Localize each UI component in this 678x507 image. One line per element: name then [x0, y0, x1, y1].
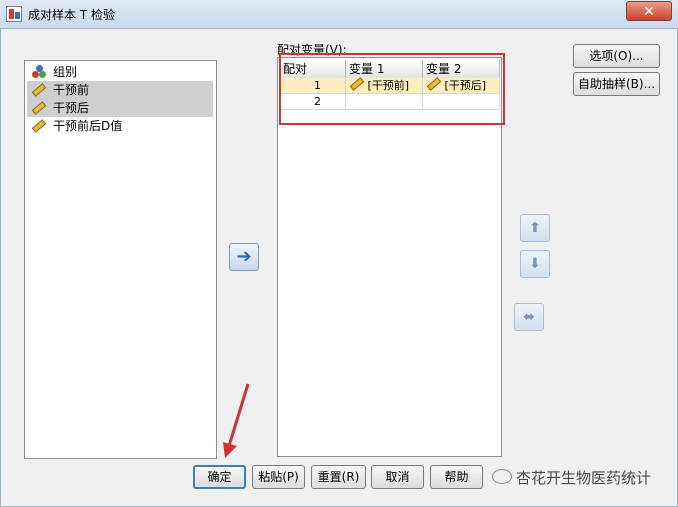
- close-button[interactable]: ✕: [626, 1, 672, 21]
- help-button[interactable]: 帮助: [430, 465, 483, 489]
- variable-item-diff[interactable]: 干预前后D值: [27, 117, 213, 135]
- arrow-up-icon[interactable]: ⬆: [529, 220, 541, 236]
- app-icon: [6, 6, 22, 22]
- close-icon[interactable]: ✕: [643, 4, 655, 20]
- variable-label: 干预后: [53, 101, 90, 115]
- scale-variable-icon: [31, 101, 47, 115]
- annotation-arrow-icon: [223, 383, 250, 458]
- variable-item-group[interactable]: 组别: [27, 63, 213, 81]
- window-title: 成对样本 T 检验: [28, 8, 115, 22]
- watermark-text: 杏花开生物医药统计: [492, 467, 651, 488]
- ok-button[interactable]: 确定: [193, 465, 246, 489]
- variable-label: 组别: [53, 65, 78, 79]
- nominal-variable-icon: [32, 65, 46, 79]
- move-down-button[interactable]: ⬇: [520, 250, 550, 278]
- cancel-button[interactable]: 取消: [371, 465, 424, 489]
- scale-variable-icon: [31, 119, 47, 133]
- variable-label: 干预前: [53, 83, 90, 97]
- title-bar: 成对样本 T 检验 ✕: [0, 0, 678, 29]
- options-button[interactable]: 选项(O)...: [573, 44, 660, 68]
- scale-variable-icon: [31, 83, 47, 97]
- move-up-button[interactable]: ⬆: [520, 214, 550, 242]
- bootstrap-button[interactable]: 自助抽样(B)...: [573, 72, 660, 96]
- variable-label: 干预前后D值: [53, 119, 123, 133]
- watermark-label: 杏花开生物医药统计: [516, 469, 652, 487]
- swap-button[interactable]: ⬌: [514, 303, 544, 331]
- wechat-icon: [492, 469, 512, 484]
- arrow-down-icon[interactable]: ⬇: [529, 256, 541, 272]
- source-variable-list[interactable]: 组别 干预前 干预后 干预前后D值: [24, 60, 217, 459]
- highlight-annotation-box: [279, 53, 505, 125]
- variable-item-pre[interactable]: 干预前: [27, 81, 213, 99]
- reset-button[interactable]: 重置(R): [311, 465, 366, 489]
- move-variable-button[interactable]: ➔: [229, 243, 259, 271]
- paste-button[interactable]: 粘贴(P): [252, 465, 305, 489]
- variable-item-post[interactable]: 干预后: [27, 99, 213, 117]
- arrow-right-icon[interactable]: ➔: [236, 246, 251, 267]
- swap-arrows-icon[interactable]: ⬌: [523, 309, 535, 325]
